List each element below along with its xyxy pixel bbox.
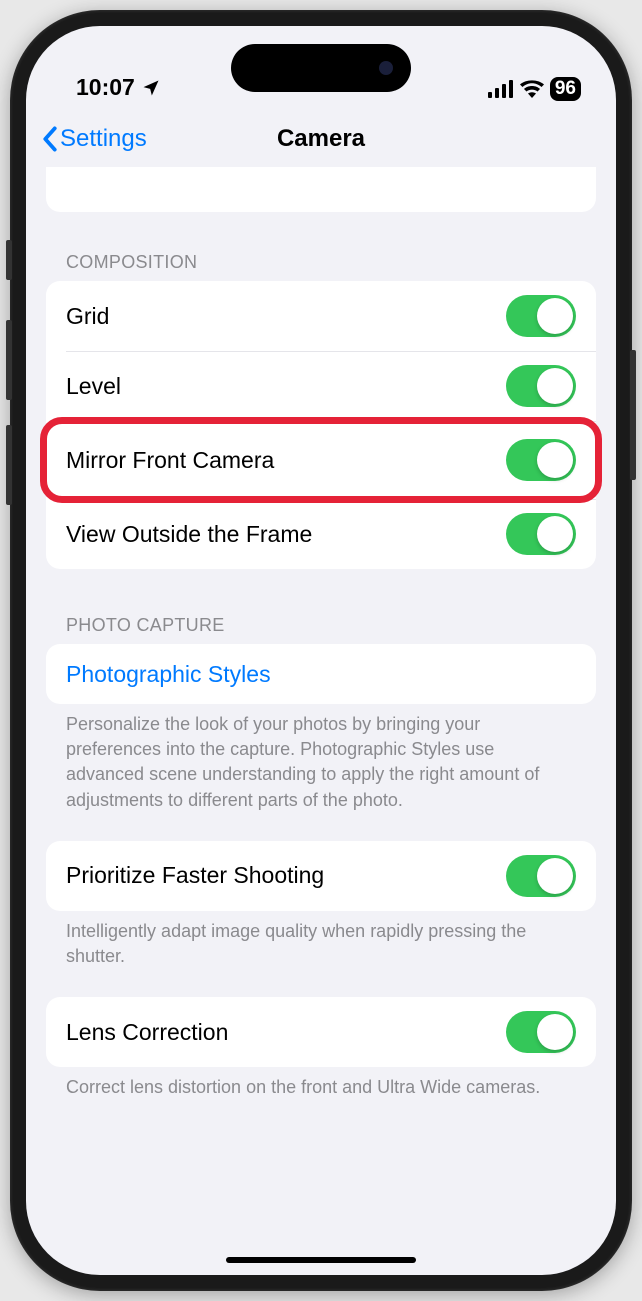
side-button <box>6 240 12 280</box>
status-time: 10:07 <box>76 74 135 101</box>
group-partial: Shared Library <box>46 167 596 212</box>
prioritize-footer: Intelligently adapt image quality when r… <box>46 911 596 997</box>
prioritize-toggle[interactable] <box>506 855 576 897</box>
view-outside-row: View Outside the Frame <box>46 499 596 569</box>
styles-group: Photographic Styles <box>46 644 596 704</box>
location-icon <box>141 78 161 98</box>
side-button <box>630 350 636 480</box>
level-toggle[interactable] <box>506 365 576 407</box>
screen: 10:07 96 <box>26 26 616 1275</box>
side-button <box>6 320 12 400</box>
device-frame: 10:07 96 <box>10 10 632 1291</box>
page-title: Camera <box>277 125 365 153</box>
view-outside-label: View Outside the Frame <box>66 521 312 548</box>
lens-footer: Correct lens distortion on the front and… <box>46 1067 596 1128</box>
mirror-toggle[interactable] <box>506 439 576 481</box>
chevron-left-icon <box>42 126 58 152</box>
status-left: 10:07 <box>76 74 161 101</box>
view-outside-toggle[interactable] <box>506 513 576 555</box>
home-indicator[interactable] <box>226 1257 416 1263</box>
styles-footer: Personalize the look of your photos by b… <box>46 704 596 841</box>
photographic-styles-label: Photographic Styles <box>66 661 271 688</box>
level-label: Level <box>66 373 121 400</box>
photographic-styles-row[interactable]: Photographic Styles <box>46 644 596 704</box>
grid-toggle[interactable] <box>506 295 576 337</box>
lens-toggle[interactable] <box>506 1011 576 1053</box>
composition-header: COMPOSITION <box>46 252 596 281</box>
grid-row: Grid <box>46 281 596 351</box>
prioritize-group: Prioritize Faster Shooting <box>46 841 596 911</box>
back-label: Settings <box>60 125 147 153</box>
prioritize-label: Prioritize Faster Shooting <box>66 862 324 889</box>
level-row: Level <box>46 351 596 421</box>
lens-label: Lens Correction <box>66 1019 228 1046</box>
cellular-icon <box>488 80 514 98</box>
mirror-front-camera-row: Mirror Front Camera <box>46 421 596 499</box>
lens-row: Lens Correction <box>46 997 596 1067</box>
grid-label: Grid <box>66 303 109 330</box>
back-button[interactable]: Settings <box>42 125 147 153</box>
dynamic-island <box>231 44 411 92</box>
prioritize-row: Prioritize Faster Shooting <box>46 841 596 911</box>
photo-capture-header: PHOTO CAPTURE <box>46 615 596 644</box>
composition-group: Grid Level Mirror Front Camera View <box>46 281 596 569</box>
camera-dot <box>379 61 393 75</box>
status-right: 96 <box>488 77 581 101</box>
wifi-icon <box>520 80 544 98</box>
nav-bar: Settings Camera <box>26 111 616 167</box>
content-scroll[interactable]: Shared Library COMPOSITION Grid Level Mi… <box>26 167 616 1275</box>
battery-indicator: 96 <box>550 77 581 101</box>
mirror-label: Mirror Front Camera <box>66 447 274 474</box>
shared-library-row[interactable]: Shared Library <box>46 167 596 212</box>
side-button <box>6 425 12 505</box>
lens-group: Lens Correction <box>46 997 596 1067</box>
